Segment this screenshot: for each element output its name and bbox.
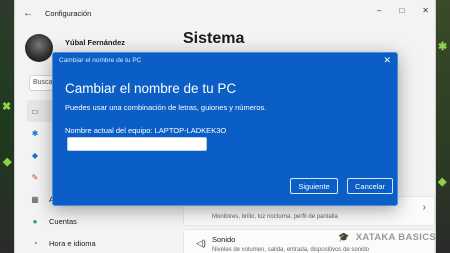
watermark-text: XATAKA BASICS: [355, 232, 436, 243]
chevron-right-icon: ›: [422, 202, 426, 213]
time-language-icon: ◔: [32, 238, 38, 248]
profile-name: Yúbal Fernández: [65, 37, 126, 47]
personalization-icon: ✎: [31, 172, 39, 182]
graduation-cap-icon: 🎓: [338, 232, 350, 242]
sidebar-item-accounts[interactable]: ● Cuentas: [27, 210, 96, 232]
dialog-caption: Cambiar el nombre de tu PC: [59, 57, 142, 64]
wallpaper-glyph: ◆: [438, 176, 447, 188]
sidebar-item-time-language[interactable]: ◔ Hora e idioma: [27, 232, 96, 253]
network-icon: ◆: [31, 150, 39, 160]
window-controls: – □ ✕: [377, 6, 429, 15]
close-window-button[interactable]: ✕: [422, 6, 429, 15]
wallpaper-glyph: ✱: [438, 41, 448, 53]
avatar: [25, 34, 53, 62]
dialog-description: Puedes usar una combinación de letras, g…: [65, 103, 267, 112]
dialog-close-icon[interactable]: ✕: [383, 55, 391, 66]
cancel-button[interactable]: Cancelar: [347, 178, 393, 194]
wallpaper-glyph: ✖: [2, 101, 12, 113]
dialog-title: Cambiar el nombre de tu PC: [65, 81, 237, 96]
sound-icon: ◁): [196, 238, 206, 248]
card-subtitle: Niveles de volumen, salida, entrada, dis…: [212, 247, 370, 253]
next-button[interactable]: Siguiente: [290, 178, 338, 194]
back-arrow-icon[interactable]: ←: [23, 8, 33, 19]
minimize-button[interactable]: –: [377, 6, 381, 15]
window-titlebar: ← Configuración: [15, 0, 435, 26]
watermark: 🎓 XATAKA BASICS: [338, 232, 436, 243]
apps-icon: ▦: [31, 194, 39, 204]
search-input[interactable]: Buscar: [29, 75, 53, 91]
rename-pc-dialog: Cambiar el nombre de tu PC ✕ Cambiar el …: [52, 52, 398, 206]
system-icon: ▭: [31, 106, 39, 116]
wallpaper-glyph: ◆: [3, 156, 12, 168]
page-title: Sistema: [183, 30, 245, 47]
new-pc-name-input[interactable]: [67, 137, 207, 151]
current-name-label: Nombre actual del equipo: LAPTOP-LADKEK3…: [65, 126, 227, 135]
accounts-icon: ●: [32, 216, 38, 226]
sidebar-item-label: Hora e idioma: [49, 238, 96, 248]
window-title: Configuración: [45, 8, 92, 18]
card-subtitle: Monitores, brillo, luz nocturna, perfil …: [212, 214, 338, 220]
desktop-wallpaper-left: ✖ ◆: [0, 0, 14, 253]
desktop-wallpaper-right: ✱ ◆: [436, 0, 450, 253]
sidebar-item-label: Cuentas: [49, 216, 77, 226]
bluetooth-icon: ✱: [31, 128, 39, 138]
maximize-button[interactable]: □: [399, 6, 404, 15]
card-title: Sonido: [212, 235, 236, 244]
